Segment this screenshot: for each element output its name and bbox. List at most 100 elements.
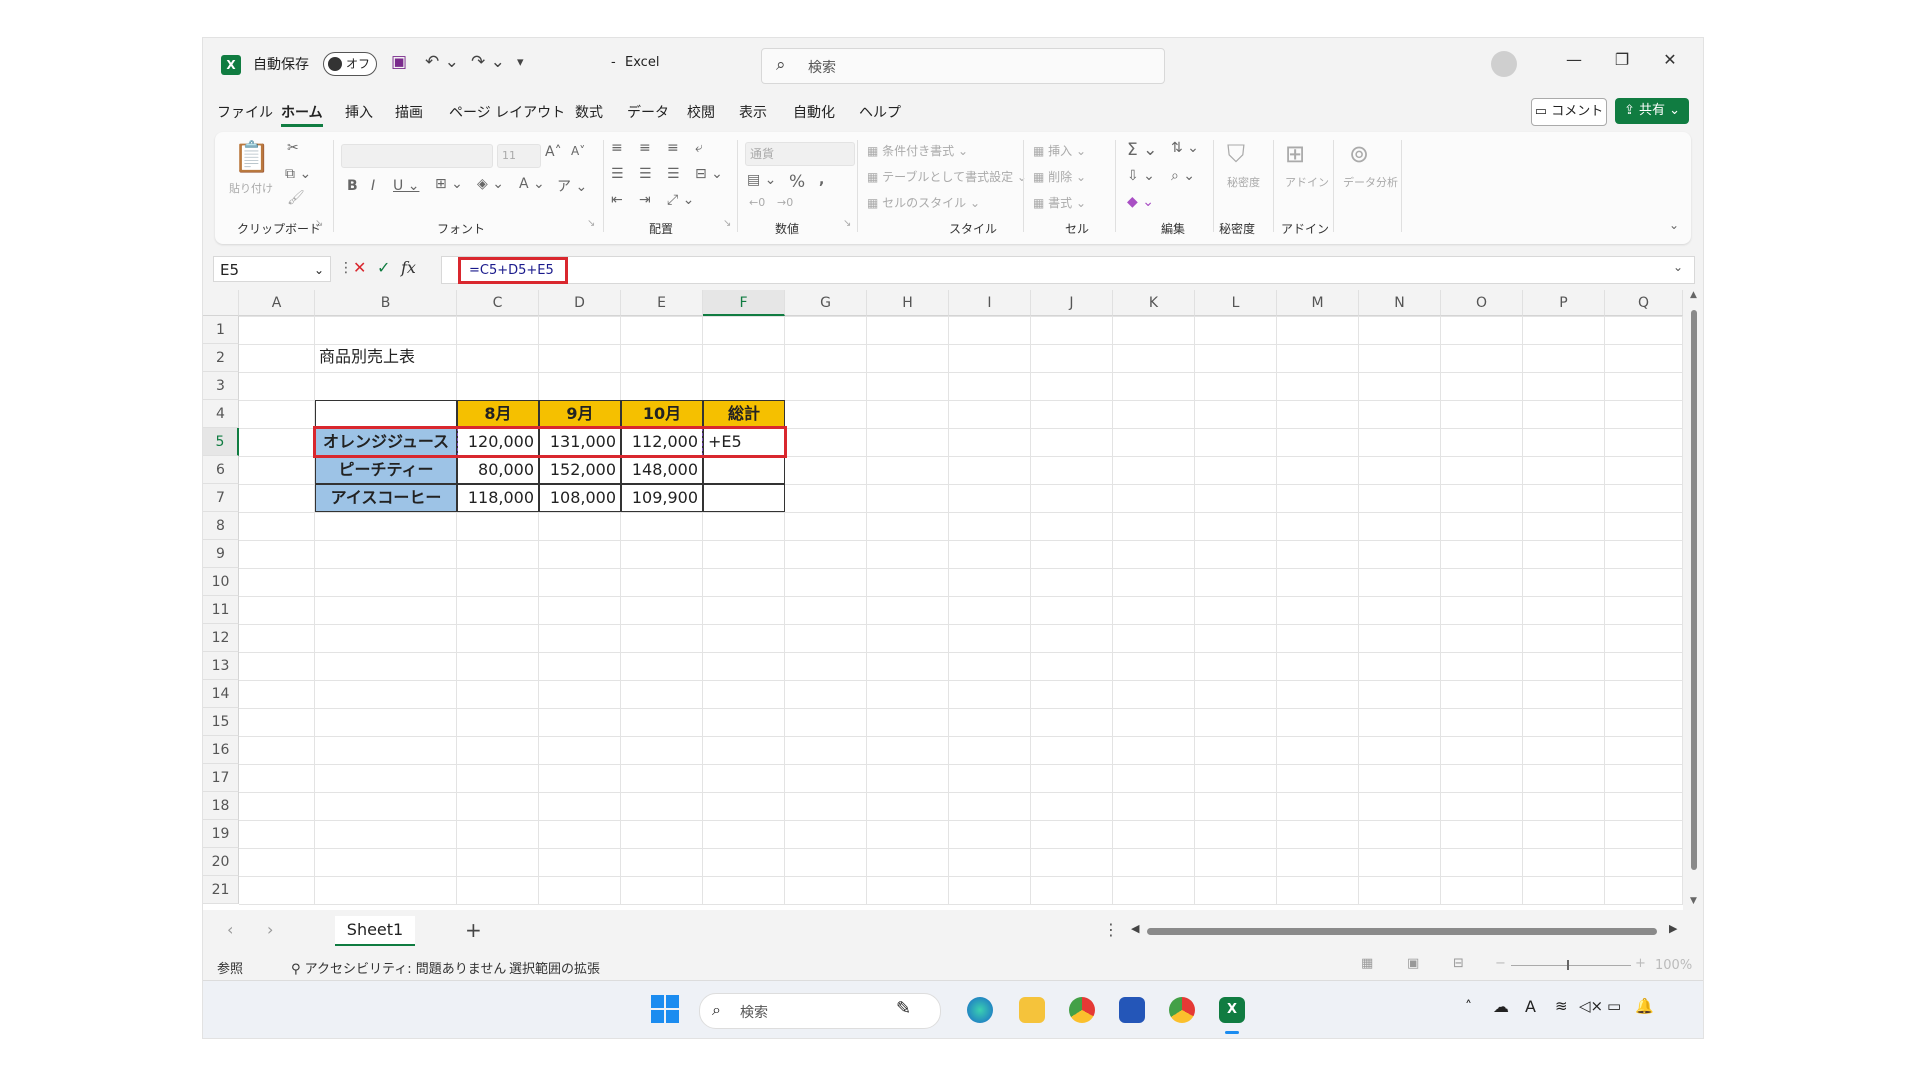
column-header-l[interactable]: L (1195, 290, 1277, 316)
sales-value-cell[interactable]: 109,900 (621, 484, 703, 512)
volume-icon[interactable]: ◁× (1579, 997, 1603, 1015)
shrink-font-icon[interactable]: A˅ (571, 144, 585, 158)
horizontal-scroll-thumb[interactable] (1147, 928, 1657, 935)
cancel-icon[interactable]: ✕ (353, 258, 366, 277)
sales-value-cell[interactable]: 112,000 (621, 428, 703, 456)
alignment-launcher-icon[interactable]: ↘ (723, 218, 731, 229)
zoom-out-icon[interactable]: − (1495, 956, 1506, 971)
row-header-17[interactable]: 17 (203, 764, 239, 792)
accessibility-status[interactable]: ⚲ アクセシビリティ: 問題ありません (291, 958, 506, 977)
show-hidden-icons-icon[interactable]: ˄ (1465, 999, 1472, 1015)
column-header-i[interactable]: I (949, 290, 1031, 316)
select-all-corner[interactable] (203, 290, 239, 316)
page-layout-view-icon[interactable]: ▣ (1407, 956, 1419, 971)
sort-filter-icon[interactable]: ⇅ ⌄ (1171, 140, 1199, 156)
merge-icon[interactable]: ⊟ ⌄ (695, 166, 723, 182)
notification-icon[interactable]: 🔔 (1635, 997, 1654, 1015)
share-button[interactable]: ⇪ 共有 ⌄ (1615, 98, 1689, 124)
align-top-icon[interactable]: ≡ (611, 140, 623, 156)
delete-cells-button[interactable]: ▦ 削除 ⌄ (1033, 168, 1086, 185)
row-header-9[interactable]: 9 (203, 540, 239, 568)
row-header-13[interactable]: 13 (203, 652, 239, 680)
row-header-11[interactable]: 11 (203, 596, 239, 624)
column-header-q[interactable]: Q (1605, 290, 1683, 316)
zoom-level[interactable]: 100% (1655, 958, 1692, 973)
row-header-8[interactable]: 8 (203, 512, 239, 540)
clipboard-launcher-icon[interactable]: ↘ (315, 218, 323, 229)
input-method-icon[interactable]: A (1525, 997, 1536, 1016)
sales-value-cell[interactable]: 120,000 (457, 428, 539, 456)
cut-icon[interactable]: ✂ (287, 140, 299, 156)
tab-page-layout[interactable]: ページ レイアウト (449, 102, 565, 122)
autosum-icon[interactable]: Σ ⌄ (1127, 140, 1157, 160)
align-middle-icon[interactable]: ≡ (639, 140, 651, 156)
clear-icon[interactable]: ◆ ⌄ (1127, 194, 1154, 210)
formula-input[interactable] (441, 256, 1695, 284)
close-icon[interactable]: ✕ (1655, 50, 1685, 69)
comma-icon[interactable]: , (819, 172, 824, 188)
align-right-icon[interactable]: ☰ (667, 166, 680, 182)
zoom-in-icon[interactable]: + (1635, 956, 1646, 971)
worksheet-grid[interactable]: A B C D E F G H I J K L M N O P Q 1 2 3 4 5 6 7 8 9 10 11 12 13 14 15 16… (203, 290, 1683, 910)
onedrive-icon[interactable]: ☁ (1493, 997, 1509, 1016)
row-header-14[interactable]: 14 (203, 680, 239, 708)
row-header-4[interactable]: 4 (203, 400, 239, 428)
chrome-icon[interactable] (1069, 997, 1095, 1023)
zoom-slider-thumb[interactable] (1567, 960, 1569, 970)
percent-icon[interactable]: % (789, 172, 805, 192)
column-header-g[interactable]: G (785, 290, 867, 316)
tab-file[interactable]: ファイル (217, 102, 273, 122)
column-header-b[interactable]: B (315, 290, 457, 316)
column-header-h[interactable]: H (867, 290, 949, 316)
align-left-icon[interactable]: ☰ (611, 166, 624, 182)
table-header-cell[interactable]: 9月 (539, 400, 621, 428)
undo-icon[interactable]: ↶ ⌄ (425, 52, 459, 72)
align-bottom-icon[interactable]: ≡ (667, 140, 679, 156)
row-header-12[interactable]: 12 (203, 624, 239, 652)
wrap-text-icon[interactable]: ⤶ (695, 140, 703, 156)
column-header-o[interactable]: O (1441, 290, 1523, 316)
minimize-icon[interactable]: — (1559, 50, 1589, 69)
more-options-icon[interactable]: ⋮ (339, 260, 353, 276)
addins-icon[interactable]: ⊞ (1285, 140, 1305, 168)
column-header-c[interactable]: C (457, 290, 539, 316)
save-icon[interactable]: ▣ (391, 52, 407, 72)
row-header-16[interactable]: 16 (203, 736, 239, 764)
wifi-icon[interactable]: ≋ (1555, 997, 1568, 1015)
grow-font-icon[interactable]: A˄ (545, 144, 562, 160)
column-header-f[interactable]: F (703, 290, 785, 316)
tab-insert[interactable]: 挿入 (345, 102, 373, 122)
edge-icon[interactable] (967, 997, 993, 1023)
excel-taskbar-icon[interactable]: X (1219, 997, 1245, 1023)
border-icon[interactable]: ⊞ ⌄ (435, 176, 463, 192)
search-box[interactable]: ⌕ 検索 (761, 48, 1165, 84)
font-color-icon[interactable]: A ⌄ (519, 176, 545, 192)
more-options-icon[interactable]: ⋮ (1103, 920, 1119, 939)
decrease-indent-icon[interactable]: ⇤ (611, 192, 623, 208)
fill-icon[interactable]: ⇩ ⌄ (1127, 168, 1155, 184)
zoom-slider[interactable] (1511, 965, 1631, 966)
avatar[interactable] (1491, 51, 1517, 77)
decrease-decimal-icon[interactable]: →0 (777, 196, 793, 209)
tab-automate[interactable]: 自動化 (793, 102, 835, 122)
windows-start-icon[interactable] (651, 995, 679, 1023)
file-explorer-icon[interactable] (1019, 997, 1045, 1023)
column-header-a[interactable]: A (239, 290, 315, 316)
store-icon[interactable] (1119, 997, 1145, 1023)
underline-icon[interactable]: U ⌄ (393, 178, 419, 194)
increase-decimal-icon[interactable]: ←0 (749, 196, 765, 209)
product-name-cell[interactable]: オレンジジュース (315, 428, 457, 456)
paste-icon[interactable]: 📋 (233, 140, 270, 175)
restore-icon[interactable]: ❐ (1607, 50, 1637, 69)
table-header-cell[interactable]: 10月 (621, 400, 703, 428)
sales-value-cell[interactable]: 148,000 (621, 456, 703, 484)
tab-view[interactable]: 表示 (739, 102, 767, 122)
scroll-up-icon[interactable]: ▲ (1690, 290, 1697, 300)
orientation-icon[interactable]: ⤢ ⌄ (667, 192, 694, 208)
table-corner-cell[interactable] (315, 400, 457, 428)
column-header-p[interactable]: P (1523, 290, 1605, 316)
tab-review[interactable]: 校閲 (687, 102, 715, 122)
format-as-table-button[interactable]: ▦ テーブルとして書式設定 ⌄ (867, 168, 1027, 185)
scroll-down-icon[interactable]: ▼ (1690, 896, 1697, 906)
font-launcher-icon[interactable]: ↘ (587, 218, 595, 229)
